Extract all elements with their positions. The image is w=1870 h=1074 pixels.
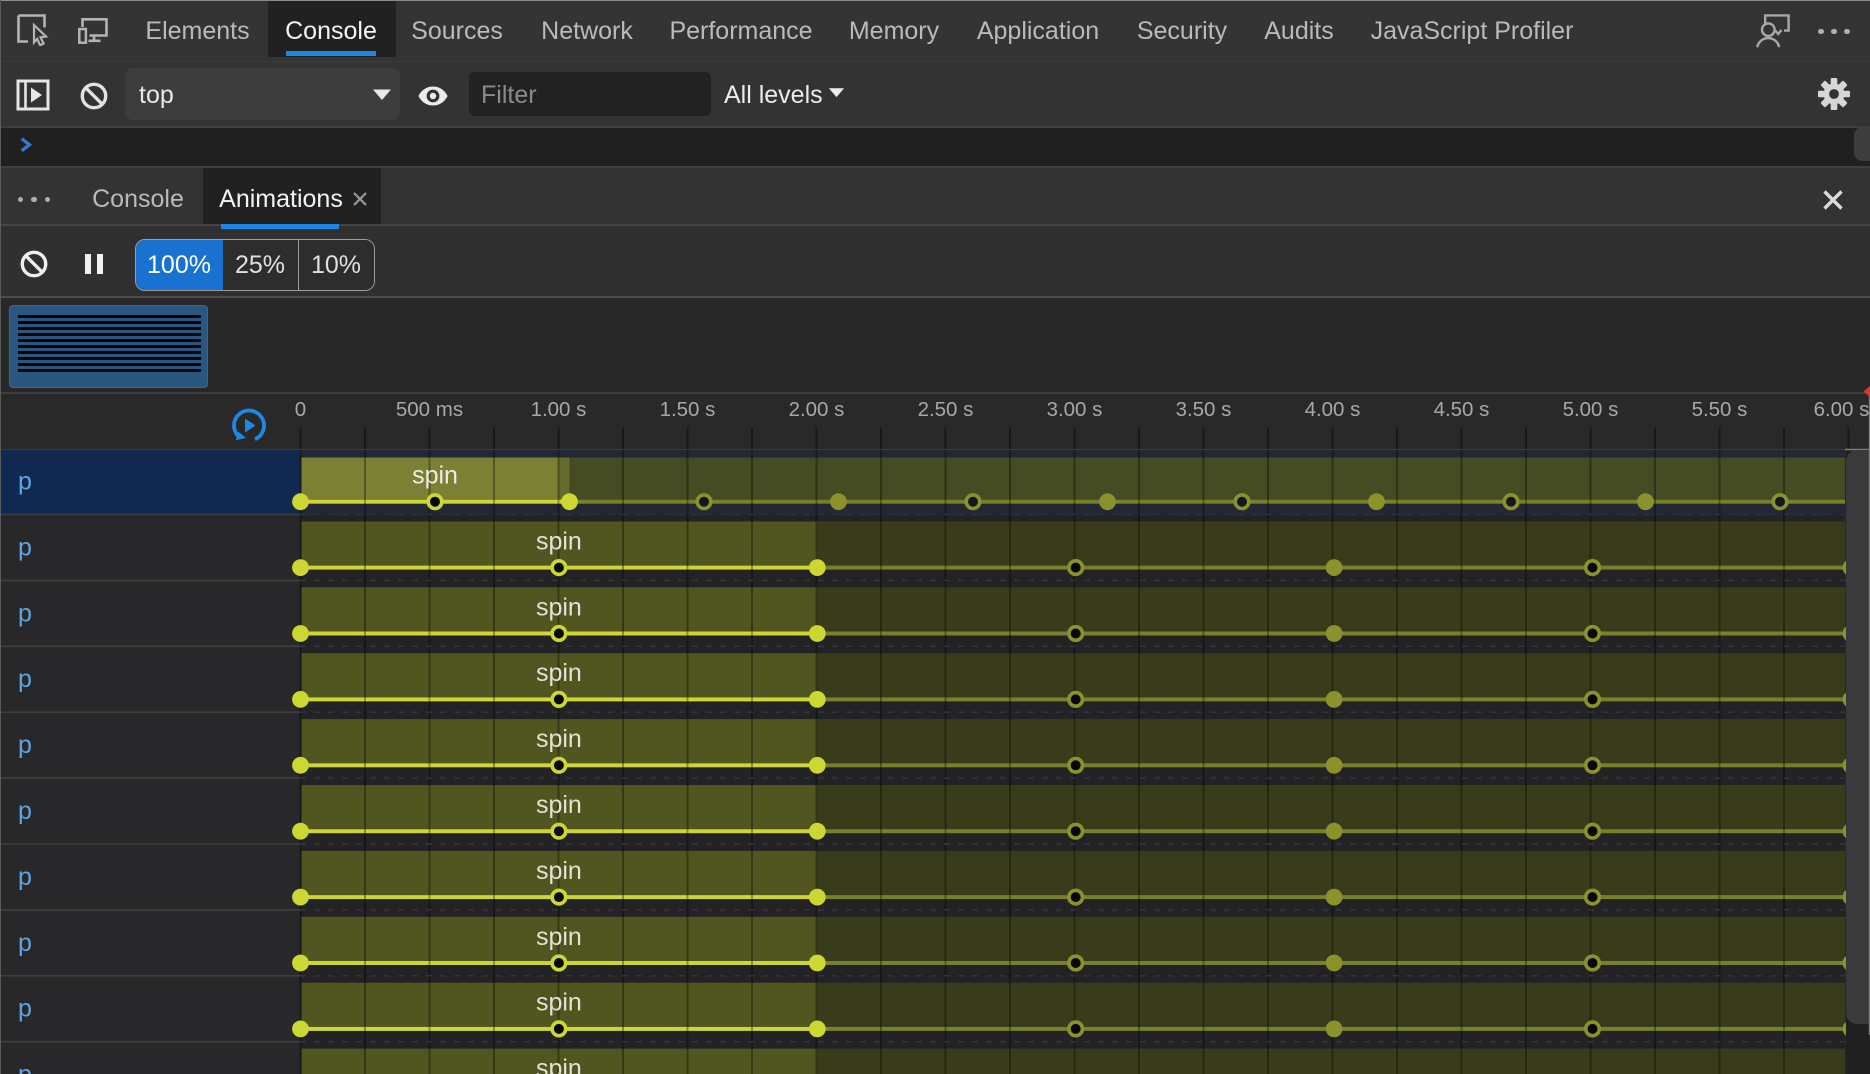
svg-text:1.00 s: 1.00 s <box>531 398 587 421</box>
svg-text:0: 0 <box>295 398 306 421</box>
svg-text:6.00 s: 6.00 s <box>1814 398 1870 421</box>
svg-text:2.00 s: 2.00 s <box>789 398 845 421</box>
svg-text:spin: spin <box>536 1055 582 1074</box>
svg-text:p: p <box>18 599 32 627</box>
svg-text:500 ms: 500 ms <box>396 398 463 421</box>
svg-text:3.50 s: 3.50 s <box>1176 398 1232 421</box>
svg-text:p: p <box>18 863 32 891</box>
svg-text:p: p <box>18 731 32 759</box>
svg-text:p: p <box>18 1061 32 1074</box>
svg-text:p: p <box>18 665 32 693</box>
svg-text:p: p <box>18 929 32 957</box>
svg-text:p: p <box>18 468 32 496</box>
svg-text:p: p <box>18 533 32 561</box>
svg-text:4.50 s: 4.50 s <box>1434 398 1490 421</box>
svg-text:spin: spin <box>536 791 582 819</box>
svg-text:spin: spin <box>536 923 582 951</box>
svg-text:spin: spin <box>536 989 582 1017</box>
svg-text:spin: spin <box>536 857 582 885</box>
svg-text:3.00 s: 3.00 s <box>1047 398 1103 421</box>
svg-text:2.50 s: 2.50 s <box>918 398 974 421</box>
svg-text:4.00 s: 4.00 s <box>1305 398 1361 421</box>
svg-text:spin: spin <box>536 593 582 621</box>
svg-text:5.00 s: 5.00 s <box>1563 398 1619 421</box>
svg-text:spin: spin <box>412 462 458 490</box>
svg-text:1.50 s: 1.50 s <box>660 398 716 421</box>
svg-text:5.50 s: 5.50 s <box>1692 398 1748 421</box>
svg-text:p: p <box>18 995 32 1023</box>
svg-text:spin: spin <box>536 527 582 555</box>
svg-text:p: p <box>18 797 32 825</box>
svg-text:spin: spin <box>536 659 582 687</box>
svg-text:spin: spin <box>536 725 582 753</box>
